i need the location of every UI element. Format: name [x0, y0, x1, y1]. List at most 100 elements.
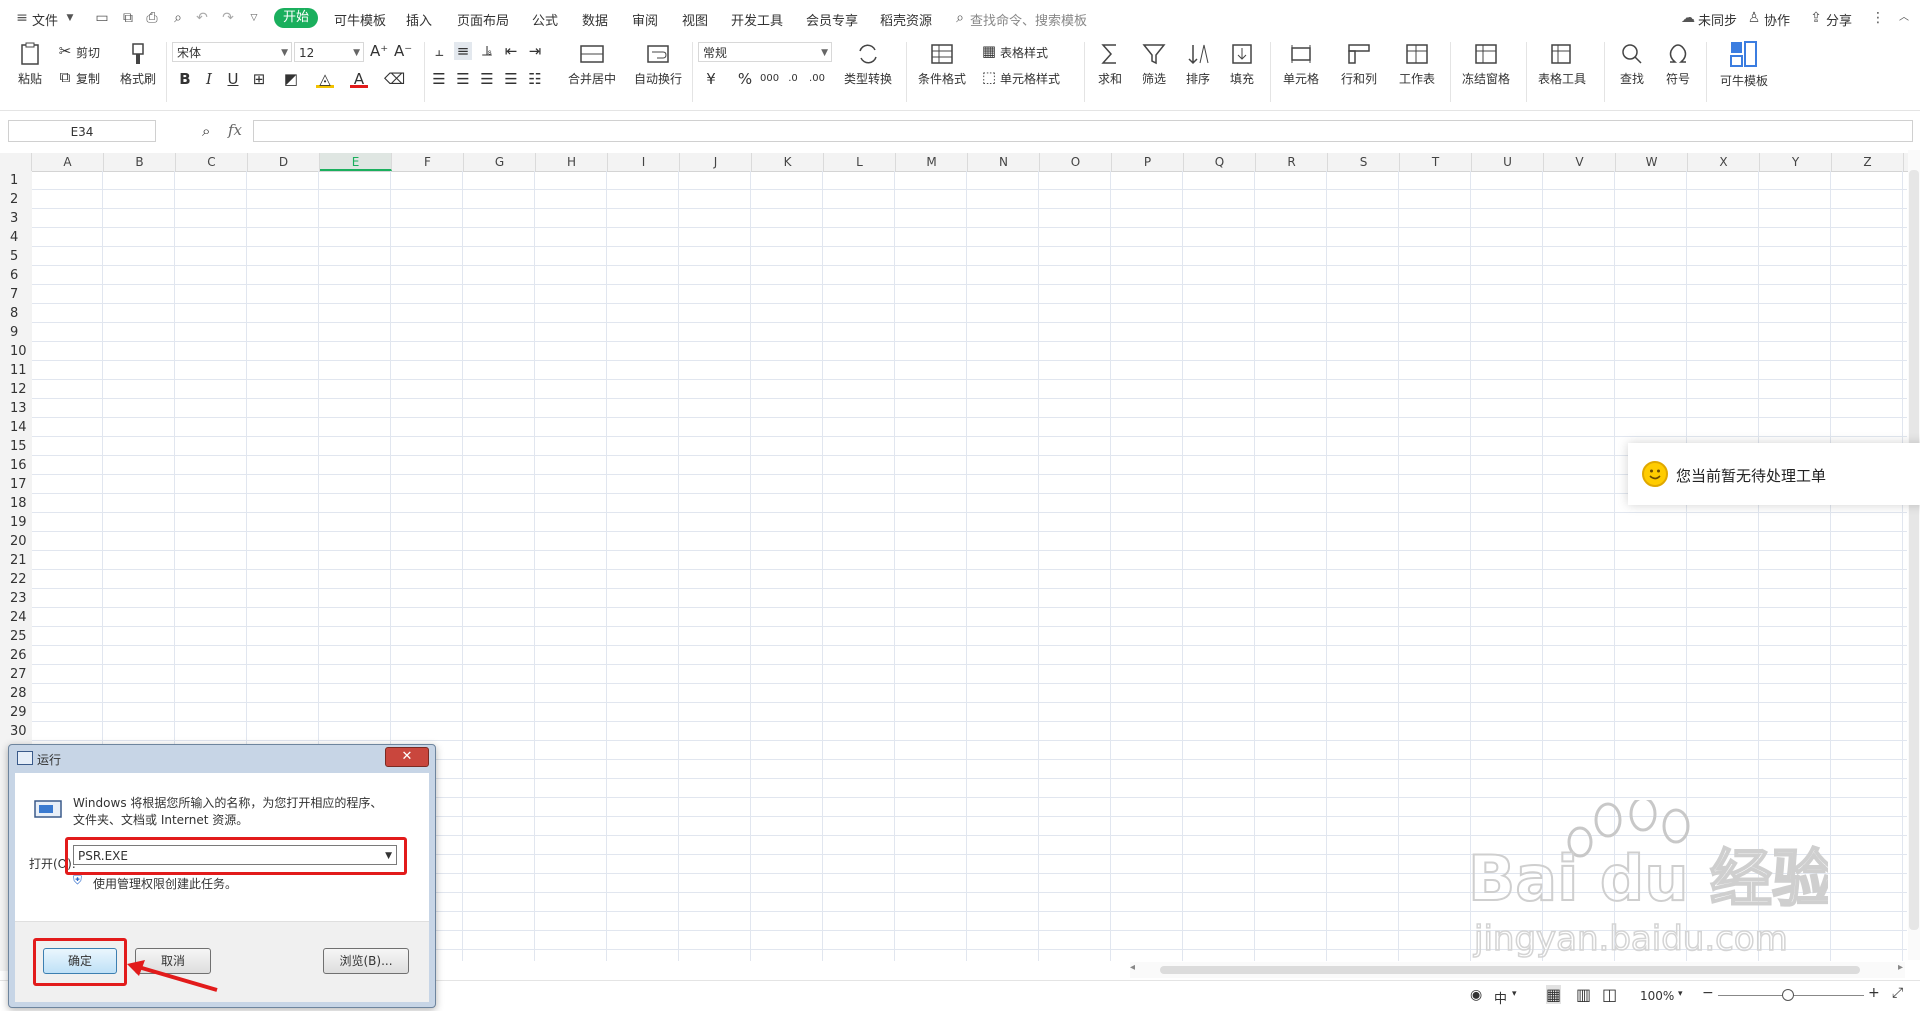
column-header-m[interactable]: M [896, 153, 968, 171]
row-header-24[interactable]: 24 [0, 608, 32, 627]
column-header-o[interactable]: O [1040, 153, 1112, 171]
tab-insert[interactable]: 插入 [406, 10, 432, 29]
row-header-29[interactable]: 29 [0, 703, 32, 722]
decrease-indent-icon[interactable]: ⇤ [502, 42, 520, 60]
scroll-thumb[interactable] [1909, 170, 1919, 930]
column-header-g[interactable]: G [464, 153, 536, 171]
align-center-icon[interactable]: ☰ [454, 70, 472, 88]
row-header-22[interactable]: 22 [0, 570, 32, 589]
chevron-down-icon[interactable]: ▾ [1512, 989, 1517, 999]
eye-protection-icon[interactable]: ◉ [1470, 987, 1482, 1003]
tab-review[interactable]: 审阅 [632, 10, 658, 29]
file-menu[interactable]: 文件 [32, 10, 58, 29]
row-header-10[interactable]: 10 [0, 342, 32, 361]
row-header-9[interactable]: 9 [0, 323, 32, 342]
type-convert-button[interactable]: 类型转换 [838, 42, 898, 87]
align-top-icon[interactable]: ⫠ [430, 42, 448, 60]
fill-color-icon[interactable]: ◩ [282, 70, 300, 88]
format-painter-button[interactable]: 格式刷 [118, 42, 158, 87]
undo-icon[interactable]: ↶ [194, 10, 210, 26]
row-header-13[interactable]: 13 [0, 399, 32, 418]
align-bottom-icon[interactable]: ⫡ [478, 42, 496, 60]
share-button[interactable]: 分享 [1826, 10, 1852, 29]
merge-center-button[interactable]: 合并居中 [562, 42, 622, 87]
column-header-t[interactable]: T [1400, 153, 1472, 171]
close-button[interactable]: ✕ [385, 747, 429, 767]
row-header-30[interactable]: 30 [0, 722, 32, 741]
tab-keniu-template[interactable]: 可牛模板 [334, 10, 386, 29]
row-header-21[interactable]: 21 [0, 551, 32, 570]
sync-status[interactable]: 未同步 [1698, 10, 1737, 29]
underline-icon[interactable]: U [224, 70, 242, 88]
input-language[interactable]: 中 [1494, 988, 1507, 1007]
percent-icon[interactable]: % [736, 70, 754, 88]
distribute-icon[interactable]: ☷ [526, 70, 544, 88]
copy-button[interactable]: 复制 [76, 70, 100, 87]
row-header-4[interactable]: 4 [0, 228, 32, 247]
row-header-3[interactable]: 3 [0, 209, 32, 228]
align-left-icon[interactable]: ☰ [430, 70, 448, 88]
work-order-notification[interactable]: 您当前暂无待处理工单 [1628, 443, 1920, 505]
horizontal-scrollbar[interactable]: ◂ ▸ [1130, 962, 1905, 978]
zoom-formula-icon[interactable]: ⌕ [202, 122, 210, 140]
row-header-8[interactable]: 8 [0, 304, 32, 323]
tab-start[interactable]: 开始 [274, 8, 318, 28]
row-header-7[interactable]: 7 [0, 285, 32, 304]
column-header-r[interactable]: R [1256, 153, 1328, 171]
scroll-left-icon[interactable]: ◂ [1130, 962, 1135, 973]
column-header-q[interactable]: Q [1184, 153, 1256, 171]
row-header-16[interactable]: 16 [0, 456, 32, 475]
vertical-scrollbar[interactable] [1908, 150, 1920, 960]
sum-button[interactable]: 求和 [1090, 42, 1130, 87]
column-header-l[interactable]: L [824, 153, 896, 171]
decrease-decimal-icon[interactable]: .00 [808, 70, 826, 88]
currency-icon[interactable]: ¥ [702, 70, 720, 88]
hamburger-icon[interactable]: ≡ [14, 10, 30, 26]
print-preview-icon[interactable]: ⌕ [170, 10, 186, 26]
fullscreen-icon[interactable]: ⤢ [1892, 985, 1903, 1001]
fill-button[interactable]: 填充 [1222, 42, 1262, 87]
tab-developer[interactable]: 开发工具 [731, 10, 783, 29]
zoom-slider-handle[interactable] [1782, 989, 1794, 1001]
more-icon[interactable]: ⋮ [1870, 10, 1886, 26]
collapse-ribbon-icon[interactable]: ︿ [1896, 10, 1912, 26]
row-header-19[interactable]: 19 [0, 513, 32, 532]
column-header-j[interactable]: J [680, 153, 752, 171]
find-button[interactable]: 查找 [1612, 42, 1652, 87]
column-header-c[interactable]: C [176, 153, 248, 171]
fx-icon[interactable]: fx [228, 121, 242, 139]
chevron-down-icon[interactable]: ▾ [1678, 989, 1683, 999]
tab-view[interactable]: 视图 [682, 10, 708, 29]
export-pdf-icon[interactable]: ⧉ [120, 10, 136, 26]
scroll-right-icon[interactable]: ▸ [1898, 962, 1903, 973]
column-header-u[interactable]: U [1472, 153, 1544, 171]
redo-icon[interactable]: ↷ [220, 10, 236, 26]
dialog-titlebar[interactable]: 运行 ✕ [9, 745, 435, 773]
column-header-z[interactable]: Z [1832, 153, 1904, 171]
highlight-icon[interactable]: ◬ [316, 70, 334, 88]
row-header-26[interactable]: 26 [0, 646, 32, 665]
row-header-28[interactable]: 28 [0, 684, 32, 703]
normal-view-icon[interactable]: ▦ [1546, 985, 1562, 1004]
keniu-template-button[interactable]: 可牛模板 [1712, 40, 1776, 89]
column-header-e[interactable]: E [320, 153, 392, 171]
row-header-1[interactable]: 1 [0, 171, 32, 190]
decrease-font-icon[interactable]: A⁻ [394, 42, 412, 60]
row-header-6[interactable]: 6 [0, 266, 32, 285]
table-style-button[interactable]: 表格样式 [1000, 44, 1048, 61]
column-header-p[interactable]: P [1112, 153, 1184, 171]
row-header-5[interactable]: 5 [0, 247, 32, 266]
collaborate-button[interactable]: 协作 [1764, 10, 1790, 29]
quick-access-dropdown-icon[interactable]: ▽ [246, 10, 262, 26]
tab-data[interactable]: 数据 [582, 10, 608, 29]
column-header-b[interactable]: B [104, 153, 176, 171]
scroll-thumb[interactable] [1160, 966, 1860, 974]
sort-button[interactable]: 排序 [1178, 42, 1218, 87]
column-header-n[interactable]: N [968, 153, 1040, 171]
row-header-23[interactable]: 23 [0, 589, 32, 608]
freeze-panes-button[interactable]: 冻结窗格 [1456, 42, 1516, 87]
row-header-27[interactable]: 27 [0, 665, 32, 684]
column-header-y[interactable]: Y [1760, 153, 1832, 171]
eraser-icon[interactable]: ⌫ [384, 70, 405, 88]
save-icon[interactable]: ▭ [94, 10, 110, 26]
